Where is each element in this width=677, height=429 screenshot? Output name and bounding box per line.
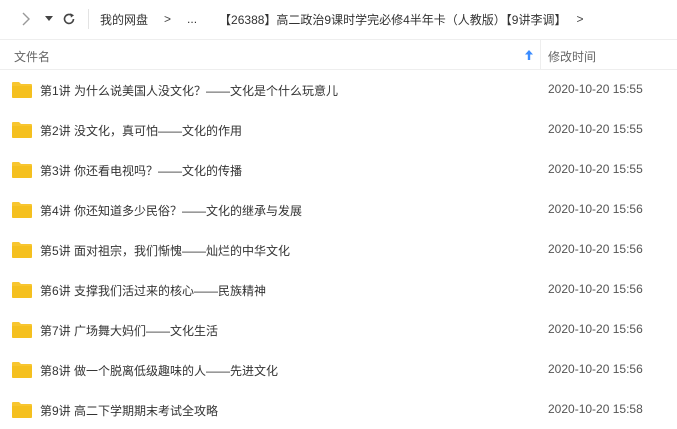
file-name[interactable]: 第6讲 支撑我们活过来的核心——民族精神	[40, 282, 266, 299]
triangle-down-icon	[45, 16, 53, 21]
file-modified-time: 2020-10-20 15:56	[548, 282, 643, 296]
file-row[interactable]: 第9讲 高二下学期期末考试全攻略 2020-10-20 15:58	[0, 390, 677, 429]
folder-icon	[12, 122, 32, 138]
breadcrumb-ellipsis[interactable]: ...	[187, 12, 197, 26]
folder-icon	[12, 322, 32, 338]
navigation-bar: 我的网盘 > ... 【26388】高二政治9课时学完必修4半年卡（人教版）【9…	[0, 0, 677, 38]
column-header-modified-time[interactable]: 修改时间	[548, 48, 596, 65]
file-list: 第1讲 为什么说美国人没文化？——文化是个什么玩意儿 2020-10-20 15…	[0, 70, 677, 429]
file-modified-time: 2020-10-20 15:56	[548, 242, 643, 256]
file-row[interactable]: 第3讲 你还看电视吗？——文化的传播 2020-10-20 15:55	[0, 150, 677, 190]
file-row[interactable]: 第2讲 没文化，真可怕——文化的作用 2020-10-20 15:55	[0, 110, 677, 150]
breadcrumb-trailing-arrow[interactable]: >	[576, 12, 583, 26]
file-name[interactable]: 第2讲 没文化，真可怕——文化的作用	[40, 122, 242, 139]
breadcrumb-root[interactable]: 我的网盘	[100, 11, 148, 28]
column-header-filename[interactable]: 文件名	[14, 48, 50, 65]
column-divider[interactable]	[540, 40, 541, 70]
file-row[interactable]: 第4讲 你还知道多少民俗？——文化的继承与发展 2020-10-20 15:56	[0, 190, 677, 230]
file-modified-time: 2020-10-20 15:56	[548, 322, 643, 336]
file-row[interactable]: 第6讲 支撑我们活过来的核心——民族精神 2020-10-20 15:56	[0, 270, 677, 310]
file-name[interactable]: 第5讲 面对祖宗，我们惭愧——灿烂的中华文化	[40, 242, 290, 259]
folder-icon	[12, 202, 32, 218]
breadcrumb-separator: >	[164, 12, 172, 26]
refresh-button[interactable]	[59, 9, 79, 29]
folder-icon	[12, 162, 32, 178]
file-row[interactable]: 第5讲 面对祖宗，我们惭愧——灿烂的中华文化 2020-10-20 15:56	[0, 230, 677, 270]
toolbar-divider	[88, 9, 89, 29]
folder-icon	[12, 282, 32, 298]
file-name[interactable]: 第9讲 高二下学期期末考试全攻略	[40, 402, 218, 419]
file-row[interactable]: 第8讲 做一个脱离低级趣味的人——先进文化 2020-10-20 15:56	[0, 350, 677, 390]
file-name[interactable]: 第8讲 做一个脱离低级趣味的人——先进文化	[40, 362, 278, 379]
sort-up-arrow-icon[interactable]	[523, 49, 535, 61]
file-modified-time: 2020-10-20 15:56	[548, 202, 643, 216]
folder-icon	[12, 82, 32, 98]
breadcrumb: 我的网盘 > ... 【26388】高二政治9课时学完必修4半年卡（人教版）【9…	[100, 0, 583, 38]
file-modified-time: 2020-10-20 15:58	[548, 402, 643, 416]
file-row[interactable]: 第7讲 广场舞大妈们——文化生活 2020-10-20 15:56	[0, 310, 677, 350]
chevron-right-icon	[22, 12, 30, 26]
history-dropdown-button[interactable]	[39, 9, 59, 29]
file-modified-time: 2020-10-20 15:55	[548, 122, 643, 136]
file-modified-time: 2020-10-20 15:55	[548, 82, 643, 96]
folder-icon	[12, 362, 32, 378]
file-name[interactable]: 第7讲 广场舞大妈们——文化生活	[40, 322, 218, 339]
breadcrumb-current-folder[interactable]: 【26388】高二政治9课时学完必修4半年卡（人教版）【9讲李调】	[219, 11, 566, 28]
file-name[interactable]: 第3讲 你还看电视吗？——文化的传播	[40, 162, 242, 179]
file-modified-time: 2020-10-20 15:55	[548, 162, 643, 176]
refresh-icon	[63, 13, 75, 25]
folder-icon	[12, 402, 32, 418]
file-name[interactable]: 第1讲 为什么说美国人没文化？——文化是个什么玩意儿	[40, 82, 338, 99]
file-modified-time: 2020-10-20 15:56	[548, 362, 643, 376]
file-list-header: 文件名 修改时间	[0, 39, 677, 70]
forward-button[interactable]	[16, 9, 36, 29]
file-row[interactable]: 第1讲 为什么说美国人没文化？——文化是个什么玩意儿 2020-10-20 15…	[0, 70, 677, 110]
folder-icon	[12, 242, 32, 258]
file-name[interactable]: 第4讲 你还知道多少民俗？——文化的继承与发展	[40, 202, 302, 219]
